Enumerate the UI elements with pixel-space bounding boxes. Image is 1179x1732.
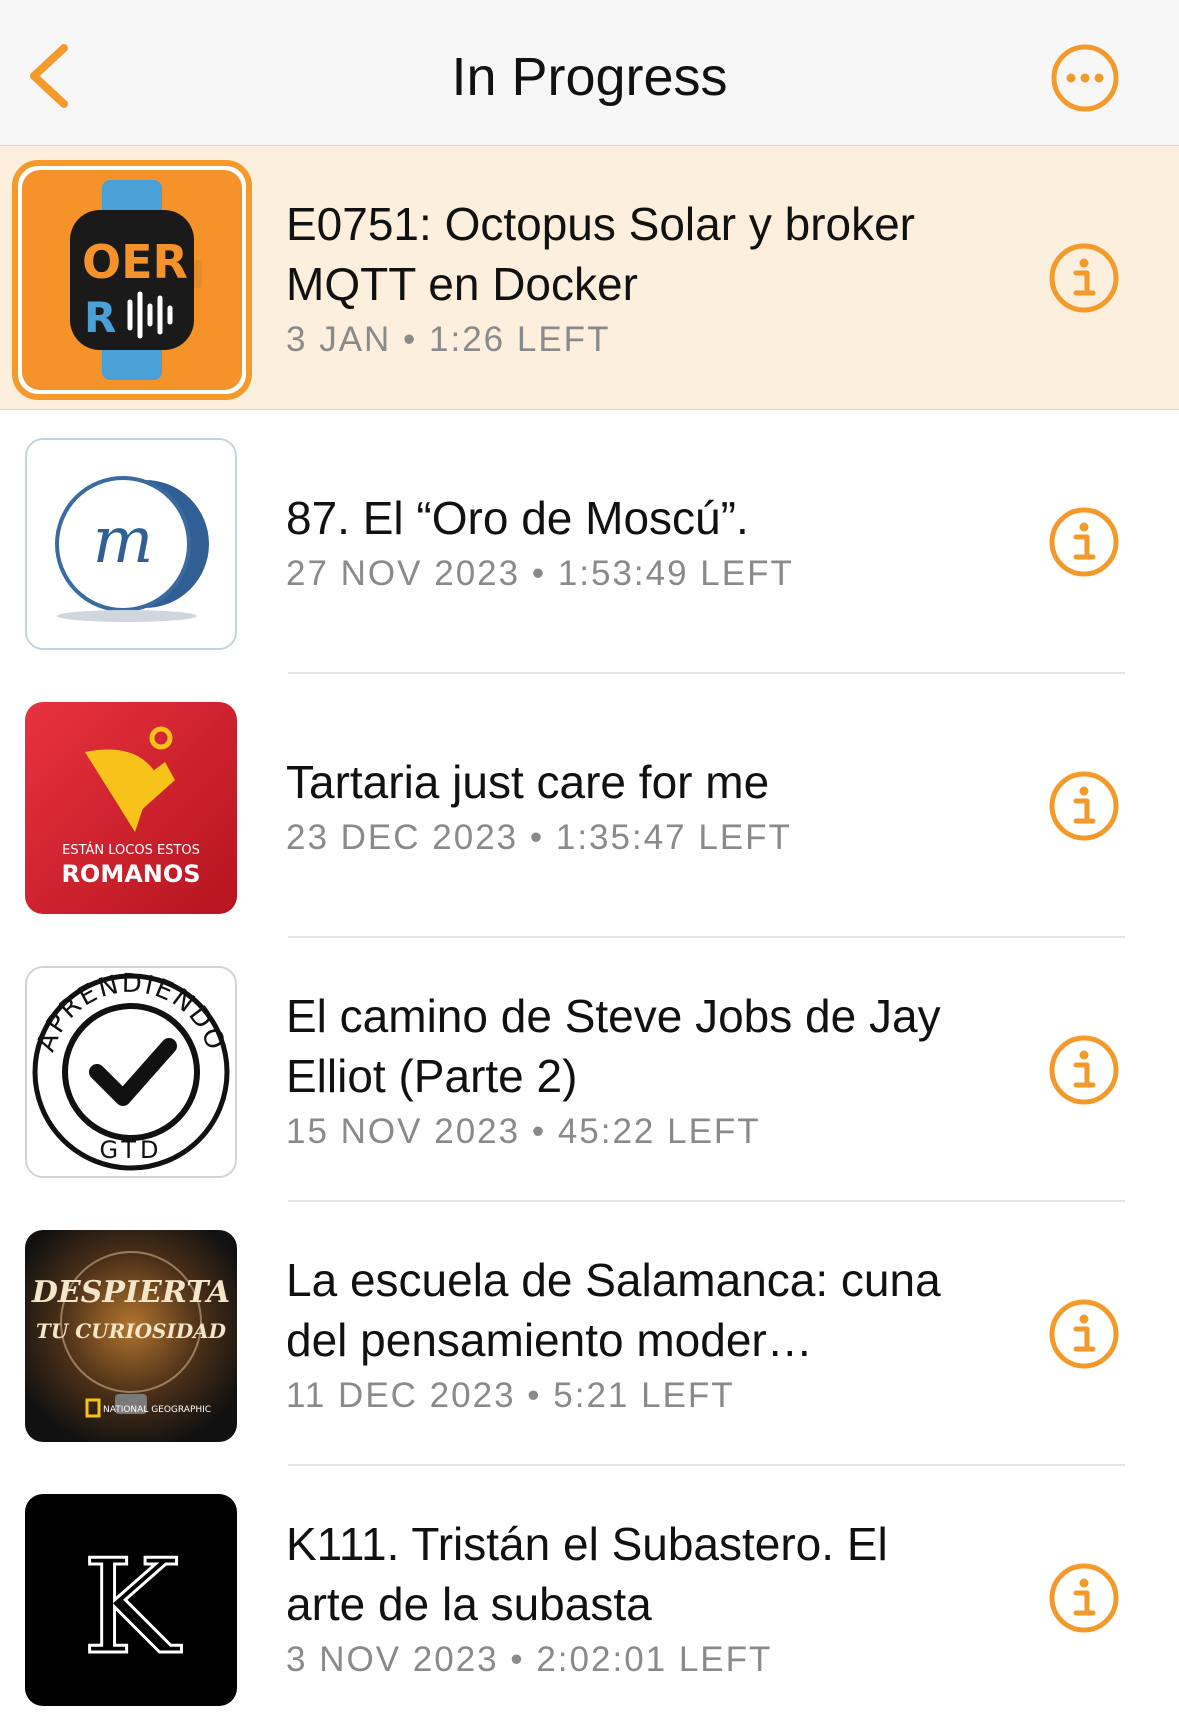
artwork-text-bottom: ROMANOS: [61, 860, 200, 888]
episode-row[interactable]: m 87. El “Oro de Moscú”. 27 NOV 2023 • 1…: [0, 410, 1179, 674]
navigation-bar: In Progress: [0, 0, 1179, 146]
episode-title: 87. El “Oro de Moscú”.: [286, 492, 749, 544]
podcast-artwork: APRENDIENDO GTD: [25, 966, 237, 1178]
episode-row[interactable]: OER R E0751: Octopus Solar y broker MQTT…: [0, 146, 1179, 410]
podcast-artwork: K: [25, 1494, 237, 1706]
episode-date: 11 DEC 2023: [286, 1376, 516, 1415]
episode-row[interactable]: K K111. Tristán el Subastero. El arte de…: [0, 1466, 1179, 1730]
episode-meta: 3 JAN • 1:26 LEFT: [286, 319, 611, 359]
podcast-artwork: DESPIERTA TU CURIOSIDAD NATIONAL GEOGRAP…: [25, 1230, 237, 1442]
episode-remaining: 45:22 LEFT: [557, 1112, 761, 1151]
info-circle-icon[interactable]: [1047, 1033, 1121, 1107]
episode-date: 23 DEC 2023: [286, 818, 519, 857]
episode-meta: 11 DEC 2023 • 5:21 LEFT: [286, 1376, 735, 1415]
episode-text: E0751: Octopus Solar y broker MQTT en Do…: [286, 146, 979, 409]
episode-date: 3 NOV 2023: [286, 1640, 499, 1679]
svg-text:R: R: [84, 293, 116, 342]
info-circle-icon[interactable]: [1047, 1297, 1121, 1371]
episode-title: Tartaria just care for me: [286, 756, 770, 808]
episode-remaining: 1:35:47 LEFT: [555, 818, 792, 857]
episode-title: E0751: Octopus Solar y broker MQTT en Do…: [286, 197, 915, 310]
page-title: In Progress: [451, 47, 728, 107]
info-circle-icon[interactable]: [1047, 1561, 1121, 1635]
episode-remaining: 1:26 LEFT: [429, 319, 611, 359]
artwork-ring-bottom: GTD: [100, 1136, 163, 1164]
podcast-artwork: m: [25, 438, 237, 650]
episode-title: La escuela de Salamanca: cuna del pensam…: [286, 1254, 941, 1366]
episode-date: 15 NOV 2023: [286, 1112, 521, 1151]
info-circle-icon[interactable]: [1047, 769, 1121, 843]
artwork-text-bottom: TU CURIOSIDAD: [36, 1319, 227, 1343]
episode-row[interactable]: DESPIERTA TU CURIOSIDAD NATIONAL GEOGRAP…: [0, 1202, 1179, 1466]
episode-text: Tartaria just care for me 23 DEC 2023 • …: [286, 674, 979, 938]
artwork-letter: m: [93, 504, 154, 578]
podcast-artwork: OER R: [22, 170, 242, 390]
episode-remaining: 1:53:49 LEFT: [557, 554, 794, 593]
artwork-brand: NATIONAL GEOGRAPHIC: [103, 1405, 211, 1415]
episode-remaining: 2:02:01 LEFT: [536, 1640, 773, 1679]
episode-title: El camino de Steve Jobs de Jay Elliot (P…: [286, 990, 941, 1102]
episode-meta: 23 DEC 2023 • 1:35:47 LEFT: [286, 818, 792, 857]
episode-meta: 27 NOV 2023 • 1:53:49 LEFT: [286, 554, 794, 593]
artwork-text-top: DESPIERTA: [31, 1275, 230, 1310]
artwork-ring-top: APRENDIENDO: [31, 969, 231, 1056]
episode-date: 3 JAN: [286, 319, 392, 359]
episode-text: K111. Tristán el Subastero. El arte de l…: [286, 1466, 979, 1730]
episode-meta: 15 NOV 2023 • 45:22 LEFT: [286, 1112, 761, 1151]
podcast-artwork: ESTÁN LOCOS ESTOS ROMANOS: [25, 702, 237, 914]
episode-text: El camino de Steve Jobs de Jay Elliot (P…: [286, 938, 979, 1202]
episode-remaining: 5:21 LEFT: [553, 1376, 735, 1415]
info-circle-icon[interactable]: [1047, 505, 1121, 579]
episode-meta: 3 NOV 2023 • 2:02:01 LEFT: [286, 1640, 773, 1679]
episode-date: 27 NOV 2023: [286, 554, 521, 593]
artwork-letters: OER: [82, 235, 188, 289]
episode-text: 87. El “Oro de Moscú”. 27 NOV 2023 • 1:5…: [286, 410, 979, 674]
episode-text: La escuela de Salamanca: cuna del pensam…: [286, 1202, 979, 1466]
episode-list: OER R E0751: Octopus Solar y broker MQTT…: [0, 146, 1179, 1730]
ellipsis-circle-icon[interactable]: [1049, 42, 1121, 114]
info-circle-icon[interactable]: [1047, 241, 1121, 315]
artwork-letter: K: [82, 1531, 182, 1683]
episode-row[interactable]: APRENDIENDO GTD El camino de Steve Jobs …: [0, 938, 1179, 1202]
artwork-text-top: ESTÁN LOCOS ESTOS: [62, 842, 200, 858]
episode-title: K111. Tristán el Subastero. El arte de l…: [286, 1518, 888, 1630]
episode-row[interactable]: ESTÁN LOCOS ESTOS ROMANOS Tartaria just …: [0, 674, 1179, 938]
